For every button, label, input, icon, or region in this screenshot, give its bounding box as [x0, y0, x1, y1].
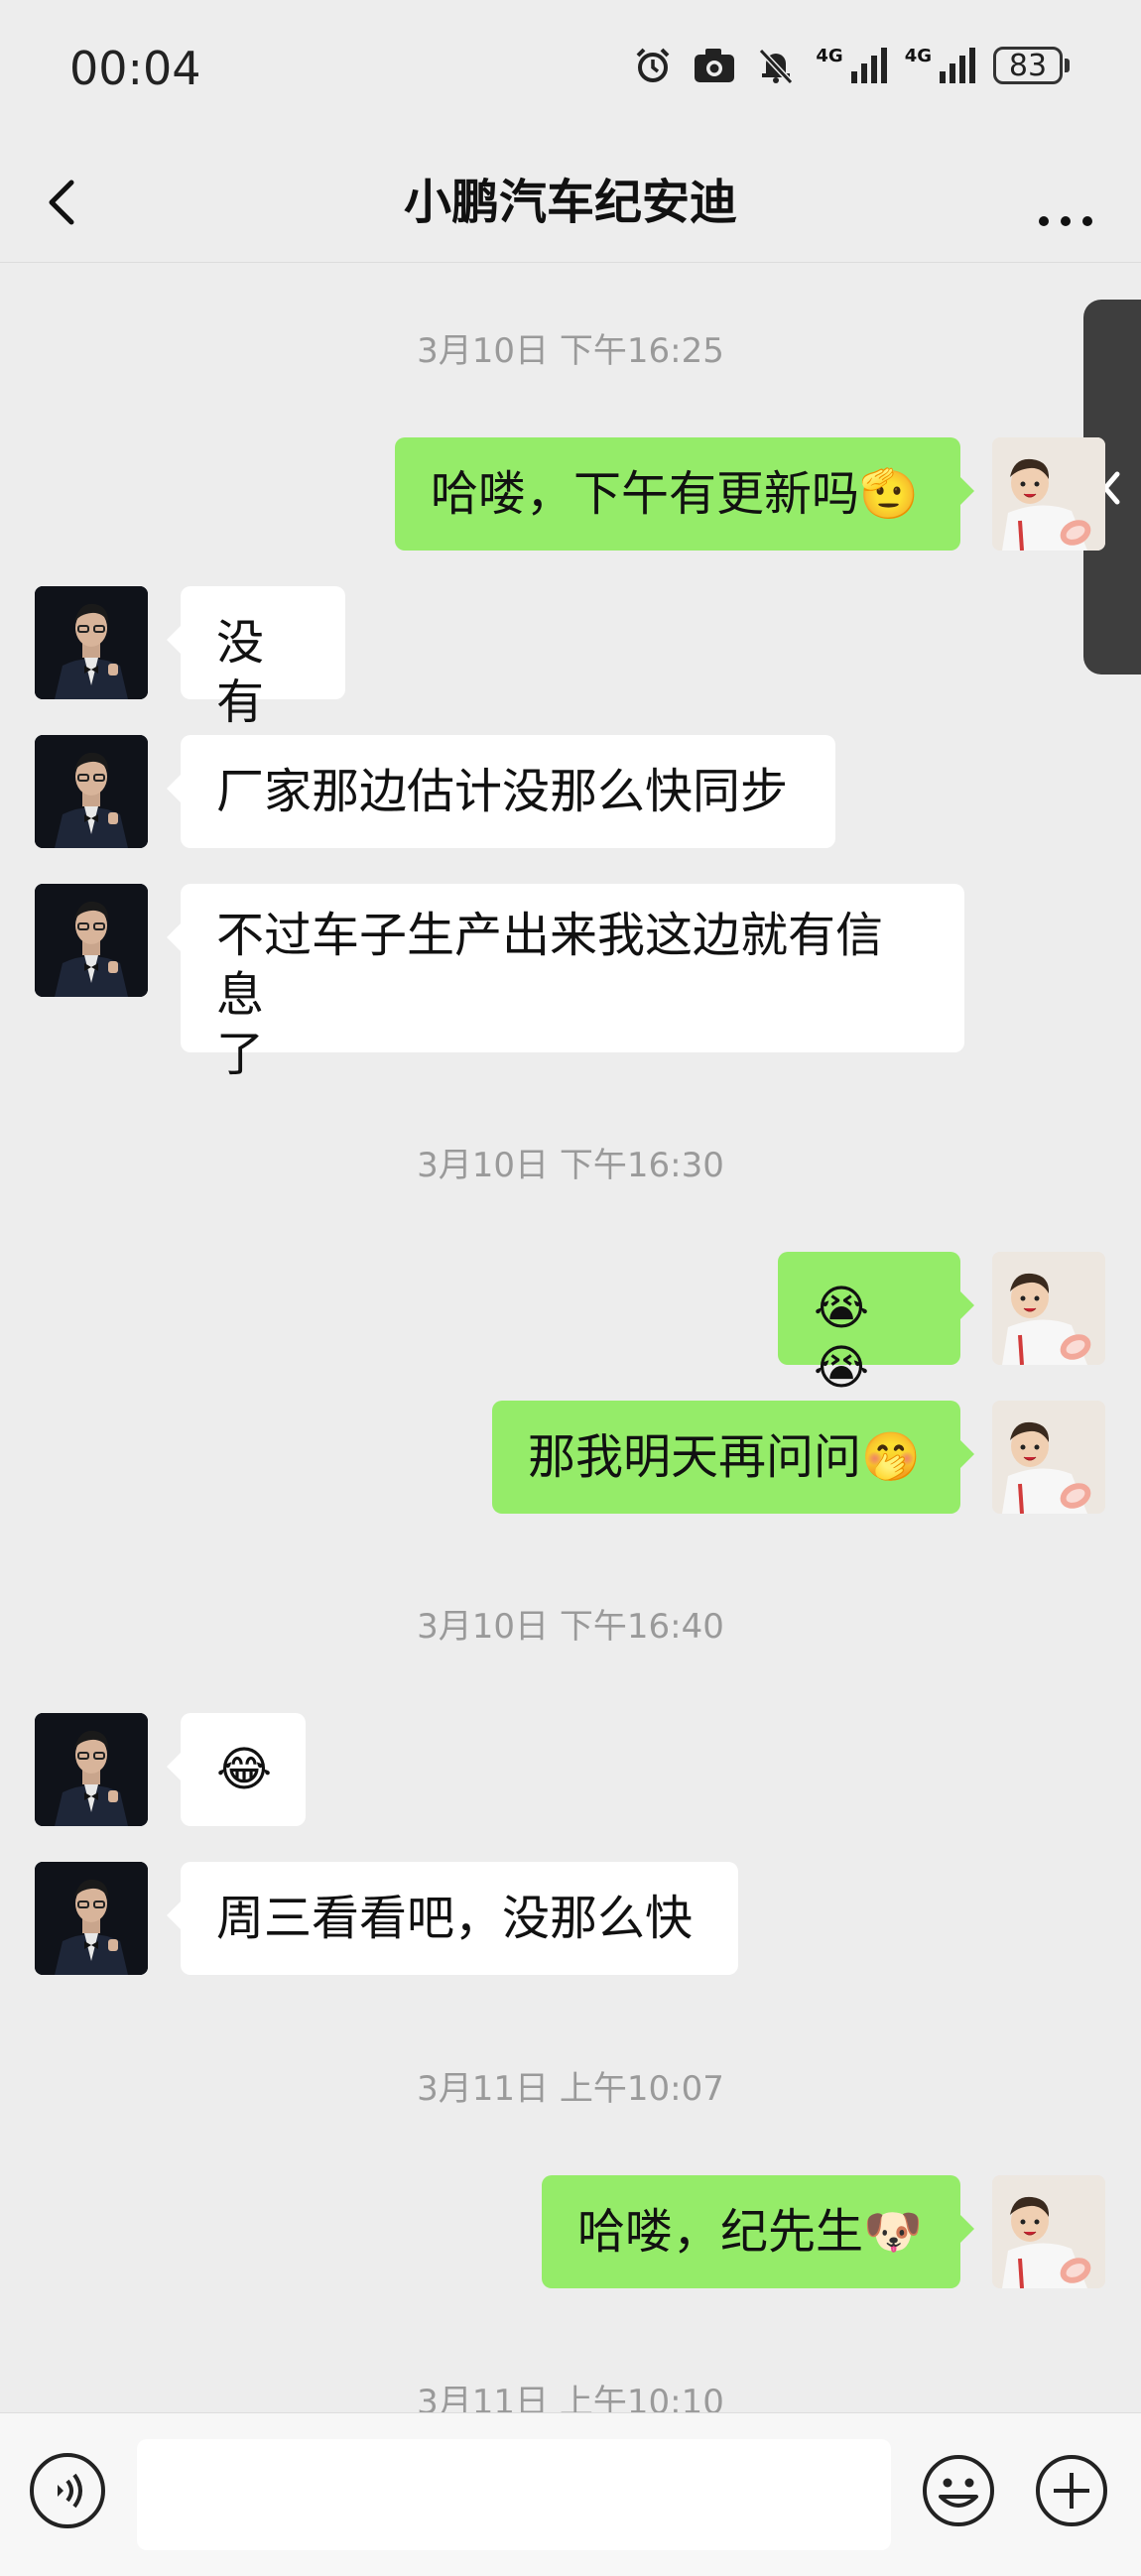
timestamp: 3月10日 下午16:30	[417, 1146, 724, 1185]
input-bar	[0, 2412, 1141, 2576]
network-type-1: 4G	[816, 46, 843, 66]
message-bubble-outgoing[interactable]: 哈喽，下午有更新吗🫡	[395, 437, 974, 551]
alarm-icon	[631, 44, 675, 87]
contact-avatar[interactable]	[35, 1713, 148, 1826]
message-text-line: 不过车子生产出来我这边就有信息	[216, 908, 884, 1023]
signal-1-icon: 4G	[816, 46, 887, 83]
smiley-icon	[923, 2455, 994, 2526]
message-input[interactable]	[137, 2439, 891, 2550]
network-type-2: 4G	[904, 46, 932, 66]
my-avatar[interactable]	[992, 1252, 1105, 1365]
camera-icon	[693, 44, 736, 87]
more-dots-icon	[1039, 216, 1092, 226]
battery-level: 83	[993, 47, 1063, 84]
contact-avatar[interactable]	[35, 884, 148, 997]
timestamp: 3月10日 下午16:40	[417, 1607, 724, 1647]
signal-2-icon: 4G	[905, 48, 975, 83]
message-bubble-incoming[interactable]: 不过车子生产出来我这边就有信息 了	[167, 884, 964, 1082]
message-bubble-outgoing[interactable]: 😭😭	[778, 1252, 974, 1396]
message-bubble-incoming[interactable]: 没有	[167, 586, 345, 730]
message-bubble-incoming[interactable]: 😂	[167, 1713, 306, 1826]
timestamp: 3月10日 下午16:25	[417, 331, 724, 371]
message-text-line: 了	[216, 1027, 265, 1082]
contact-avatar[interactable]	[35, 1862, 148, 1975]
timestamp: 3月11日 上午10:07	[417, 2069, 724, 2109]
my-avatar[interactable]	[992, 1401, 1105, 1514]
mute-bell-icon	[754, 44, 798, 87]
chat-header: 小鹏汽车纪安迪	[0, 139, 1141, 263]
more-functions-button[interactable]	[1034, 2453, 1109, 2528]
emoji-button[interactable]	[921, 2453, 996, 2528]
more-options-button[interactable]	[1026, 165, 1105, 236]
message-bubble-outgoing[interactable]: 那我明天再问问🤭	[492, 1401, 974, 1514]
my-avatar[interactable]	[992, 2175, 1105, 2288]
voice-icon	[58, 2473, 82, 2509]
message-bubble-incoming[interactable]: 周三看看吧，没那么快	[167, 1862, 738, 1975]
status-time: 00:04	[69, 42, 201, 95]
message-bubble-incoming[interactable]: 厂家那边估计没那么快同步	[167, 735, 835, 848]
contact-avatar[interactable]	[35, 735, 148, 848]
status-bar: 00:04 4G 4G 83	[0, 0, 1141, 139]
contact-avatar[interactable]	[35, 586, 148, 699]
message-bubble-outgoing[interactable]: 哈喽，纪先生🐶	[542, 2175, 974, 2288]
plus-icon	[1036, 2455, 1107, 2526]
status-icons: 4G 4G 83	[631, 44, 1070, 87]
voice-button[interactable]	[30, 2453, 105, 2528]
my-avatar[interactable]	[992, 437, 1105, 551]
battery-icon: 83	[993, 47, 1070, 84]
chat-title: 小鹏汽车纪安迪	[403, 175, 737, 230]
